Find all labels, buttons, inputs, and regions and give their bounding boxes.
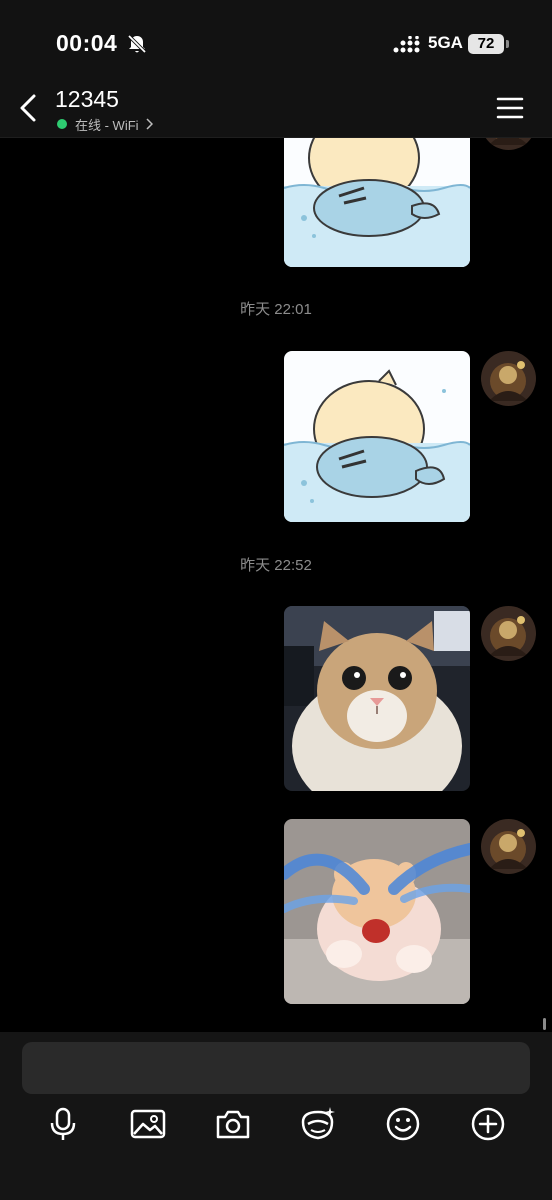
image-icon [130,1109,166,1139]
sticker-swimming-cat-image [284,138,470,267]
network-label: 5GA [428,33,463,52]
message-list[interactable]: 昨天 22:01 昨天 22:52 [0,138,552,1032]
microphone-icon [50,1107,76,1140]
avatar-image [481,819,536,874]
message-image[interactable] [284,606,470,791]
timestamp: 昨天 22:01 [240,301,312,318]
avatar-image [481,351,536,406]
sticker-crying-hamster-image [284,819,470,1004]
composer [0,1032,552,1200]
chat-header: 12345 在线 - WiFi [0,82,552,138]
chevron-right-icon [146,118,153,130]
online-indicator [57,119,67,129]
sticker-swimming-cat-image [284,351,470,522]
signal-icon [393,36,420,53]
voice-button[interactable] [43,1104,83,1144]
photo-cat-image [284,606,470,791]
avatar[interactable] [481,351,536,406]
message-image[interactable] [284,351,470,522]
status-time: 00:04 [56,30,118,56]
status-bar: 00:04 5GA 72 [0,0,552,82]
timestamp: 昨天 22:52 [240,557,312,574]
chat-screen: 00:04 5GA 72 12345 在线 - WiFi 昨天 22:01 昨天… [0,0,552,1200]
emoji-button[interactable] [383,1104,423,1144]
contact-name[interactable]: 12345 [55,86,119,113]
avatar[interactable] [481,819,536,874]
bell-muted-icon [127,34,147,54]
message-input[interactable] [22,1042,530,1094]
plus-icon [471,1107,505,1141]
back-button[interactable] [14,88,46,128]
presence-label: 在线 - WiFi [75,117,139,133]
avatar[interactable] [481,138,536,150]
avatar[interactable] [481,606,536,661]
image-button[interactable] [128,1104,168,1144]
menu-button[interactable] [496,96,524,120]
message-image[interactable] [284,138,470,267]
camera-button[interactable] [213,1104,253,1144]
emoji-icon [386,1107,420,1141]
sticker-button[interactable] [298,1104,338,1144]
message-image[interactable] [284,819,470,1004]
more-button[interactable] [468,1104,508,1144]
presence-status[interactable]: 在线 - WiFi [57,115,153,133]
avatar-image [481,138,536,150]
sticker-icon [301,1107,335,1140]
scrollbar[interactable] [543,1018,546,1030]
camera-icon [216,1110,250,1139]
battery-indicator: 72 [468,34,504,54]
avatar-image [481,606,536,661]
battery-cap [506,40,509,48]
